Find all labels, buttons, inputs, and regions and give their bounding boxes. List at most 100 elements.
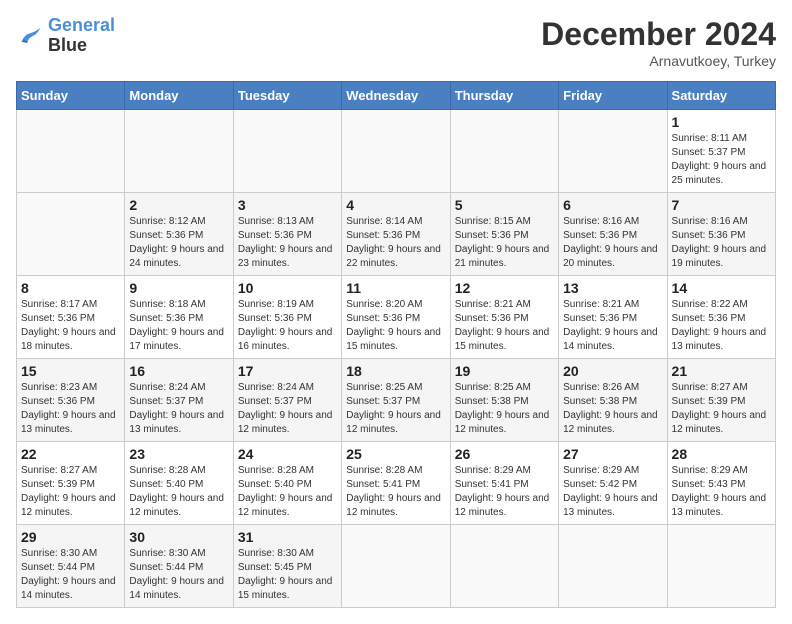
day-info: Sunrise: 8:25 AMSunset: 5:37 PMDaylight:… [346,381,445,437]
empty-cell [17,193,125,276]
calendar-day-cell: 4 Sunrise: 8:14 AMSunset: 5:36 PMDaylight… [342,193,450,276]
calendar-day-cell: 28Sunrise: 8:29 AMSunset: 5:43 PMDayligh… [667,442,775,525]
calendar-day-cell: 10Sunrise: 8:19 AMSunset: 5:36 PMDayligh… [233,276,341,359]
empty-cell [125,110,233,193]
day-info: Sunrise: 8:30 AMSunset: 5:44 PMDaylight:… [21,547,120,603]
day-info: Sunrise: 8:27 AMSunset: 5:39 PMDaylight:… [672,381,771,437]
day-number: 8 [21,280,120,296]
day-info: Sunrise: 8:16 AMSunset: 5:36 PMDaylight:… [563,215,662,271]
day-number: 31 [238,529,337,545]
calendar-day-cell: 24 Sunrise: 8:28 AMSunset: 5:40 PMDayligh… [233,442,341,525]
calendar-week-row: 2Sunrise: 8:12 AMSunset: 5:36 PMDaylight… [17,193,776,276]
calendar-table: SundayMondayTuesdayWednesdayThursdayFrid… [16,81,776,608]
day-number: 3 [238,197,337,213]
calendar-day-cell: 25Sunrise: 8:28 AMSunset: 5:41 PMDayligh… [342,442,450,525]
day-number: 16 [129,363,228,379]
calendar-header: SundayMondayTuesdayWednesdayThursdayFrid… [17,82,776,110]
day-info: Sunrise: 8:25 AMSunset: 5:38 PMDaylight:… [455,381,554,437]
calendar-day-cell: 16 Sunrise: 8:24 AMSunset: 5:37 PMDayligh… [125,359,233,442]
calendar-day-cell: 13Sunrise: 8:21 AMSunset: 5:36 PMDayligh… [559,276,667,359]
day-info: Sunrise: 8:14 AMSunset: 5:36 PMDaylight:… [346,215,445,271]
calendar-day-cell: 7 Sunrise: 8:16 AMSunset: 5:36 PMDaylight… [667,193,775,276]
calendar-day-cell: 6 Sunrise: 8:16 AMSunset: 5:36 PMDaylight… [559,193,667,276]
calendar-body: 1 Sunrise: 8:11 AMSunset: 5:37 PMDaylight… [17,110,776,608]
calendar-day-cell: 30 Sunrise: 8:30 AMSunset: 5:44 PMDayligh… [125,525,233,608]
day-of-week-header: Thursday [450,82,558,110]
empty-cell [233,110,341,193]
day-of-week-header: Wednesday [342,82,450,110]
day-number: 1 [672,114,771,130]
day-info: Sunrise: 8:28 AMSunset: 5:40 PMDaylight:… [238,464,337,520]
calendar-day-cell: 12 Sunrise: 8:21 AMSunset: 5:36 PMDayligh… [450,276,558,359]
day-number: 12 [455,280,554,296]
day-info: Sunrise: 8:17 AMSunset: 5:36 PMDaylight:… [21,298,120,354]
day-info: Sunrise: 8:13 AMSunset: 5:36 PMDaylight:… [238,215,337,271]
day-info: Sunrise: 8:28 AMSunset: 5:41 PMDaylight:… [346,464,445,520]
day-number: 11 [346,280,445,296]
header: General Blue December 2024 Arnavutkoey, … [16,16,776,69]
day-number: 5 [455,197,554,213]
calendar-day-cell: 15Sunrise: 8:23 AMSunset: 5:36 PMDayligh… [17,359,125,442]
calendar-day-cell: 3 Sunrise: 8:13 AMSunset: 5:36 PMDaylight… [233,193,341,276]
day-number: 22 [21,446,120,462]
calendar-day-cell: 26 Sunrise: 8:29 AMSunset: 5:41 PMDayligh… [450,442,558,525]
empty-cell [342,110,450,193]
day-info: Sunrise: 8:24 AMSunset: 5:37 PMDaylight:… [129,381,228,437]
day-info: Sunrise: 8:15 AMSunset: 5:36 PMDaylight:… [455,215,554,271]
logo-text: General Blue [48,16,115,56]
empty-cell [667,525,775,608]
calendar-day-cell: 17Sunrise: 8:24 AMSunset: 5:37 PMDayligh… [233,359,341,442]
day-number: 27 [563,446,662,462]
day-info: Sunrise: 8:26 AMSunset: 5:38 PMDaylight:… [563,381,662,437]
day-number: 17 [238,363,337,379]
day-info: Sunrise: 8:11 AMSunset: 5:37 PMDaylight:… [672,132,771,188]
day-info: Sunrise: 8:18 AMSunset: 5:36 PMDaylight:… [129,298,228,354]
day-of-week-header: Tuesday [233,82,341,110]
calendar-week-row: 29 Sunrise: 8:30 AMSunset: 5:44 PMDayligh… [17,525,776,608]
calendar-day-cell: 1 Sunrise: 8:11 AMSunset: 5:37 PMDaylight… [667,110,775,193]
day-info: Sunrise: 8:29 AMSunset: 5:42 PMDaylight:… [563,464,662,520]
calendar-day-cell: 18 Sunrise: 8:25 AMSunset: 5:37 PMDayligh… [342,359,450,442]
day-number: 19 [455,363,554,379]
empty-cell [559,525,667,608]
calendar-day-cell: 29 Sunrise: 8:30 AMSunset: 5:44 PMDayligh… [17,525,125,608]
day-of-week-header: Saturday [667,82,775,110]
calendar-week-row: 15Sunrise: 8:23 AMSunset: 5:36 PMDayligh… [17,359,776,442]
day-number: 6 [563,197,662,213]
day-info: Sunrise: 8:29 AMSunset: 5:41 PMDaylight:… [455,464,554,520]
day-number: 26 [455,446,554,462]
day-info: Sunrise: 8:30 AMSunset: 5:45 PMDaylight:… [238,547,337,603]
day-info: Sunrise: 8:21 AMSunset: 5:36 PMDaylight:… [455,298,554,354]
day-info: Sunrise: 8:28 AMSunset: 5:40 PMDaylight:… [129,464,228,520]
day-of-week-header: Sunday [17,82,125,110]
day-info: Sunrise: 8:22 AMSunset: 5:36 PMDaylight:… [672,298,771,354]
day-number: 23 [129,446,228,462]
day-number: 7 [672,197,771,213]
month-title: December 2024 [541,16,776,53]
day-info: Sunrise: 8:30 AMSunset: 5:44 PMDaylight:… [129,547,228,603]
day-info: Sunrise: 8:27 AMSunset: 5:39 PMDaylight:… [21,464,120,520]
day-number: 29 [21,529,120,545]
day-number: 13 [563,280,662,296]
empty-cell [17,110,125,193]
empty-cell [450,110,558,193]
empty-cell [450,525,558,608]
day-number: 28 [672,446,771,462]
day-number: 14 [672,280,771,296]
day-number: 15 [21,363,120,379]
day-info: Sunrise: 8:19 AMSunset: 5:36 PMDaylight:… [238,298,337,354]
day-number: 4 [346,197,445,213]
day-info: Sunrise: 8:16 AMSunset: 5:36 PMDaylight:… [672,215,771,271]
day-number: 18 [346,363,445,379]
day-info: Sunrise: 8:20 AMSunset: 5:36 PMDaylight:… [346,298,445,354]
header-row: SundayMondayTuesdayWednesdayThursdayFrid… [17,82,776,110]
calendar-day-cell: 20Sunrise: 8:26 AMSunset: 5:38 PMDayligh… [559,359,667,442]
calendar-day-cell: 31 Sunrise: 8:30 AMSunset: 5:45 PMDayligh… [233,525,341,608]
day-number: 24 [238,446,337,462]
logo-icon [16,22,44,50]
day-number: 2 [129,197,228,213]
day-of-week-header: Monday [125,82,233,110]
day-number: 30 [129,529,228,545]
calendar-day-cell: 8 Sunrise: 8:17 AMSunset: 5:36 PMDaylight… [17,276,125,359]
empty-cell [559,110,667,193]
